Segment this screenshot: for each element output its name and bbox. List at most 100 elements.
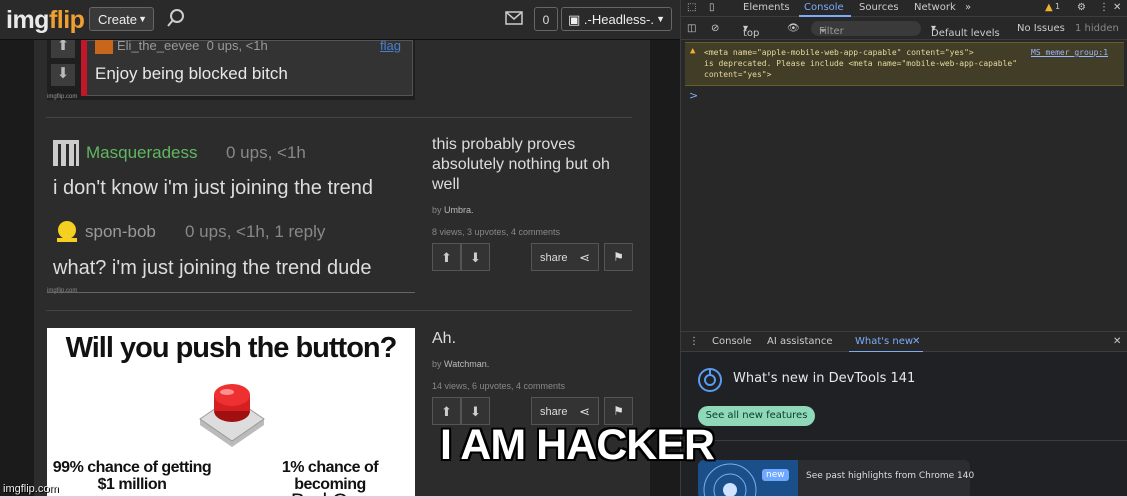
caret-down-icon: ▼ xyxy=(138,14,147,24)
drawer-menu-icon[interactable]: ⋮ xyxy=(689,336,699,347)
issues-button[interactable]: No Issues xyxy=(1017,23,1065,34)
create-label: Create xyxy=(98,12,138,27)
meme-headline: Will you push the button? xyxy=(65,332,398,364)
highlights-text: See past highlights from Chrome 140 xyxy=(806,471,975,481)
share-button[interactable]: share ⋖ xyxy=(531,243,599,271)
live-expression-eye-icon[interactable]: 👁 xyxy=(787,23,800,34)
console-warning-message: ▲ <meta name="apple-mobile-web-app-capab… xyxy=(685,42,1124,86)
clear-console-icon[interactable]: ⊘ xyxy=(711,23,719,34)
arrow-down-icon: ⬇ xyxy=(470,404,481,419)
commenter-name: Eli_the_eevee xyxy=(117,40,200,53)
sponge-avatar-icon xyxy=(57,221,77,242)
imgflip-watermark: imgflip.com xyxy=(3,483,59,495)
meme-image-comment-screenshot[interactable]: ⬆ ⬇ Eli_the_eevee 0 ups, <1h flag Enjoy … xyxy=(47,40,415,100)
more-options-icon[interactable]: ⋮ xyxy=(1099,2,1109,13)
commenter-line: Eli_the_eevee 0 ups, <1h xyxy=(117,40,268,53)
post-title[interactable]: this probably proves absolutely nothing … xyxy=(432,135,632,195)
levels-label: Default levels xyxy=(931,28,1000,39)
arrow-up-icon: ⬆ xyxy=(441,404,452,419)
notification-count[interactable]: 0 xyxy=(534,7,558,31)
user-logo-icon xyxy=(53,140,79,166)
close-icon[interactable]: ✕ xyxy=(1113,2,1121,13)
image-watermark: imgflip.com xyxy=(47,94,78,100)
warning-source-link[interactable]: MS_memer_group:1 xyxy=(1031,47,1108,58)
arrow-up-icon: ⬆ xyxy=(441,250,452,265)
console-prompt-chevron-icon[interactable]: > xyxy=(689,89,698,102)
post-title[interactable]: Ah. xyxy=(432,329,632,349)
console-toolbar: ◫ ⊘ top ▾ 👁 ⏷ Filter Default levels ▾ No… xyxy=(681,18,1127,40)
post-info: Ah. by Watchman. 14 views, 6 upvotes, 4 … xyxy=(432,329,632,391)
devtools-logo-icon xyxy=(698,368,722,392)
post-divider xyxy=(46,310,632,311)
flag-button[interactable]: ⚑ xyxy=(604,243,633,271)
drawer-tab-console[interactable]: Console xyxy=(712,336,752,347)
close-drawer-icon[interactable]: ✕ xyxy=(1113,336,1121,347)
share-icon: ⋖ xyxy=(579,250,590,265)
post-info: this probably proves absolutely nothing … xyxy=(432,135,632,237)
meme-image-push-button[interactable]: Will you push the button? 99% chance of … xyxy=(47,328,415,499)
right-caption-line1: 1% chance of becoming xyxy=(281,459,379,493)
close-tab-icon[interactable]: ✕ xyxy=(912,336,920,347)
top-navbar: imgflip Create ▼ 0 ▣ .-Headless-. ▼ xyxy=(0,0,680,40)
whats-new-title: What's new in DevTools 141 xyxy=(733,371,916,386)
devtools-tabbar: ⬚ ▯ Elements Console Sources Network » ▲… xyxy=(681,0,1127,17)
downvote-button[interactable]: ⬇ xyxy=(461,243,490,271)
username-label: .-Headless-. xyxy=(583,12,654,27)
meme-left-caption: 99% chance of getting $1 million xyxy=(52,459,212,493)
byline-by: by xyxy=(432,359,442,369)
imgflip-logo[interactable]: imgflip xyxy=(6,6,85,35)
tab-console[interactable]: Console xyxy=(804,2,844,13)
user-avatar-icon: ▣ xyxy=(568,12,581,27)
drawer-tabbar: ⋮ Console AI assistance What's new ✕ ✕ xyxy=(681,331,1127,353)
share-label: share xyxy=(540,406,568,418)
see-all-features-button[interactable]: See all new features xyxy=(698,406,815,426)
warning-count[interactable]: 1 xyxy=(1055,2,1060,11)
sidebar-toggle-icon[interactable]: ◫ xyxy=(687,23,696,34)
search-icon[interactable] xyxy=(166,8,186,28)
comment-meta: 0 ups, <1h xyxy=(226,143,306,162)
post-author-link[interactable]: Watchman. xyxy=(444,359,489,369)
meme-image-trend-comments[interactable]: Masqueradess 0 ups, <1h i don't know i'm… xyxy=(47,130,415,294)
log-levels-dropdown[interactable]: Default levels ▾ xyxy=(931,23,1000,39)
red-button-icon xyxy=(199,384,265,447)
comment-meta: 0 ups, <1h, 1 reply xyxy=(185,222,326,241)
warning-icon[interactable]: ▲ xyxy=(1045,2,1053,13)
comment-meta: 0 ups, <1h xyxy=(206,40,268,53)
user-menu-button[interactable]: ▣ .-Headless-. ▼ xyxy=(561,7,672,31)
tab-sources[interactable]: Sources xyxy=(859,2,899,13)
comment-text: what? i'm just joining the trend dude xyxy=(53,257,372,279)
context-selector[interactable]: top ▾ xyxy=(743,23,759,39)
image-watermark: imgflip.com xyxy=(47,288,78,294)
post-author-link[interactable]: Umbra. xyxy=(444,205,474,215)
settings-gear-icon[interactable]: ⚙ xyxy=(1077,2,1086,13)
whats-new-panel: What's new in DevTools 141 See all new f… xyxy=(681,352,1127,499)
commenter-avatar-icon xyxy=(95,40,113,54)
upvote-arrow-icon: ⬆ xyxy=(51,40,75,58)
logo-part-flip: flip xyxy=(48,6,85,34)
flag-icon: ⚑ xyxy=(613,404,624,418)
downvote-arrow-icon: ⬇ xyxy=(51,64,75,86)
create-menu-button[interactable]: Create ▼ xyxy=(89,7,154,31)
separator xyxy=(681,440,1127,441)
post-byline: by Watchman. xyxy=(432,359,632,369)
upvote-button[interactable]: ⬆ xyxy=(432,243,461,271)
device-toolbar-icon[interactable]: ▯ xyxy=(709,2,715,13)
console-filter-input[interactable]: ⏷ Filter xyxy=(811,21,921,37)
mail-icon[interactable] xyxy=(505,11,523,25)
flag-icon: ⚑ xyxy=(613,250,624,264)
more-tabs-icon[interactable]: » xyxy=(965,2,971,13)
tab-elements[interactable]: Elements xyxy=(743,2,790,13)
logo-part-img: img xyxy=(6,6,49,34)
share-icon: ⋖ xyxy=(579,404,590,419)
comment-text: i don't know i'm just joining the trend xyxy=(53,177,374,199)
highlights-card[interactable]: new See past highlights from Chrome 140 xyxy=(698,460,974,499)
tab-network[interactable]: Network xyxy=(914,2,956,13)
warning-triangle-icon: ▲ xyxy=(690,46,696,56)
hidden-count: 1 hidden xyxy=(1075,23,1119,34)
arrow-down-icon: ⬇ xyxy=(470,250,481,265)
username-spon-bob: spon-bob xyxy=(85,222,156,241)
new-badge: new xyxy=(762,469,789,481)
drawer-tab-ai-assistance[interactable]: AI assistance xyxy=(767,336,833,347)
inspect-element-icon[interactable]: ⬚ xyxy=(687,2,696,13)
drawer-tab-whats-new[interactable]: What's new xyxy=(855,336,913,347)
